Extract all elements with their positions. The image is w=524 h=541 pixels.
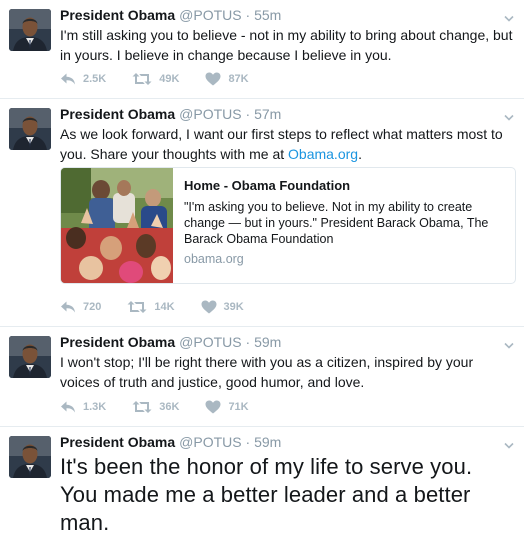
reply-count: 720 xyxy=(83,301,102,313)
tweet-text-body: As we look forward, I want our first ste… xyxy=(60,126,503,162)
obama-org-link[interactable]: Obama.org xyxy=(288,146,358,162)
card-body: Home - Obama Foundation "I'm asking you … xyxy=(184,177,503,266)
caret-down-icon[interactable] xyxy=(504,10,514,18)
like-icon xyxy=(201,300,217,314)
separator-dot: · xyxy=(245,7,251,23)
caret-down-icon[interactable] xyxy=(504,337,514,345)
retweet-count: 49K xyxy=(159,73,180,85)
tweet-header: President Obama @POTUS · 57m xyxy=(60,105,514,123)
display-name[interactable]: President Obama xyxy=(60,334,175,350)
caret-down-icon[interactable] xyxy=(504,109,514,117)
handle[interactable]: @POTUS xyxy=(179,7,241,23)
display-name[interactable]: President Obama xyxy=(60,106,175,122)
retweet-count: 36K xyxy=(159,401,180,413)
tweet-text: I won't stop; I'll be right there with y… xyxy=(60,354,474,390)
reply-button[interactable]: 1.3K xyxy=(60,400,106,414)
tweet-header: President Obama @POTUS · 59m xyxy=(60,433,514,451)
reply-button[interactable]: 720 xyxy=(60,300,101,314)
tweet-text: It's been the honor of my life to serve … xyxy=(60,454,473,535)
like-button[interactable]: 39K xyxy=(201,300,244,314)
avatar[interactable] xyxy=(9,108,51,150)
retweet-button[interactable]: 36K xyxy=(132,400,179,414)
caret-down-icon[interactable] xyxy=(504,437,514,445)
separator-dot: · xyxy=(245,106,251,122)
tweet-text-end: . xyxy=(358,146,362,162)
tweet-text: I'm still asking you to believe - not in… xyxy=(60,27,513,63)
display-name[interactable]: President Obama xyxy=(60,7,175,23)
like-icon xyxy=(205,400,221,414)
link-card[interactable]: Home - Obama Foundation "I'm asking you … xyxy=(60,167,516,284)
tweet-header: President Obama @POTUS · 59m xyxy=(60,333,514,351)
retweet-icon xyxy=(132,400,152,414)
card-image xyxy=(61,168,173,283)
retweet-icon xyxy=(127,300,147,314)
tweet[interactable]: President Obama @POTUS · 59m It's been th… xyxy=(0,427,524,541)
reply-icon xyxy=(60,400,76,414)
tweet[interactable]: President Obama @POTUS · 57m As we look f… xyxy=(0,99,524,327)
like-button[interactable]: 87K xyxy=(205,72,249,86)
retweet-count: 14K xyxy=(154,301,175,313)
like-count: 39K xyxy=(223,301,244,313)
tweet-actions: 2.5K 49K 87K xyxy=(60,70,275,88)
timestamp[interactable]: 57m xyxy=(254,106,281,122)
timeline: President Obama @POTUS · 55m I'm still as… xyxy=(0,0,524,541)
tweet-content: President Obama @POTUS · 59m I won't stop… xyxy=(60,333,514,392)
tweet-text: As we look forward, I want our first ste… xyxy=(60,124,514,164)
retweet-icon xyxy=(132,72,152,86)
timestamp[interactable]: 59m xyxy=(254,434,281,450)
reply-icon xyxy=(60,300,76,314)
handle[interactable]: @POTUS xyxy=(179,106,241,122)
tweet-content: President Obama @POTUS · 55m I'm still as… xyxy=(60,6,514,65)
tweet-content: President Obama @POTUS · 57m As we look f… xyxy=(60,105,514,164)
timestamp[interactable]: 59m xyxy=(254,334,281,350)
tweet[interactable]: President Obama @POTUS · 55m I'm still as… xyxy=(0,0,524,99)
avatar[interactable] xyxy=(9,336,51,378)
avatar[interactable] xyxy=(9,436,51,478)
tweet-actions: 720 14K 39K xyxy=(60,298,270,316)
like-icon xyxy=(205,72,221,86)
handle[interactable]: @POTUS xyxy=(179,334,241,350)
reply-count: 1.3K xyxy=(83,401,107,413)
card-domain: obama.org xyxy=(184,252,244,266)
tweet-actions: 1.3K 36K 71K xyxy=(60,398,275,416)
display-name[interactable]: President Obama xyxy=(60,434,175,450)
retweet-button[interactable]: 14K xyxy=(127,300,175,314)
like-count: 71K xyxy=(228,401,249,413)
tweet[interactable]: President Obama @POTUS · 59m I won't stop… xyxy=(0,327,524,427)
reply-icon xyxy=(60,72,76,86)
card-description: "I'm asking you to believe. Not in my ab… xyxy=(184,200,489,246)
timestamp[interactable]: 55m xyxy=(254,7,281,23)
avatar[interactable] xyxy=(9,9,51,51)
tweet-content: President Obama @POTUS · 59m It's been th… xyxy=(60,433,514,537)
retweet-button[interactable]: 49K xyxy=(132,72,179,86)
separator-dot: · xyxy=(245,434,251,450)
tweet-header: President Obama @POTUS · 55m xyxy=(60,6,514,24)
handle[interactable]: @POTUS xyxy=(179,434,241,450)
reply-count: 2.5K xyxy=(83,73,107,85)
like-button[interactable]: 71K xyxy=(205,400,249,414)
like-count: 87K xyxy=(228,73,249,85)
reply-button[interactable]: 2.5K xyxy=(60,72,106,86)
card-title: Home - Obama Foundation xyxy=(184,178,351,193)
separator-dot: · xyxy=(245,334,251,350)
